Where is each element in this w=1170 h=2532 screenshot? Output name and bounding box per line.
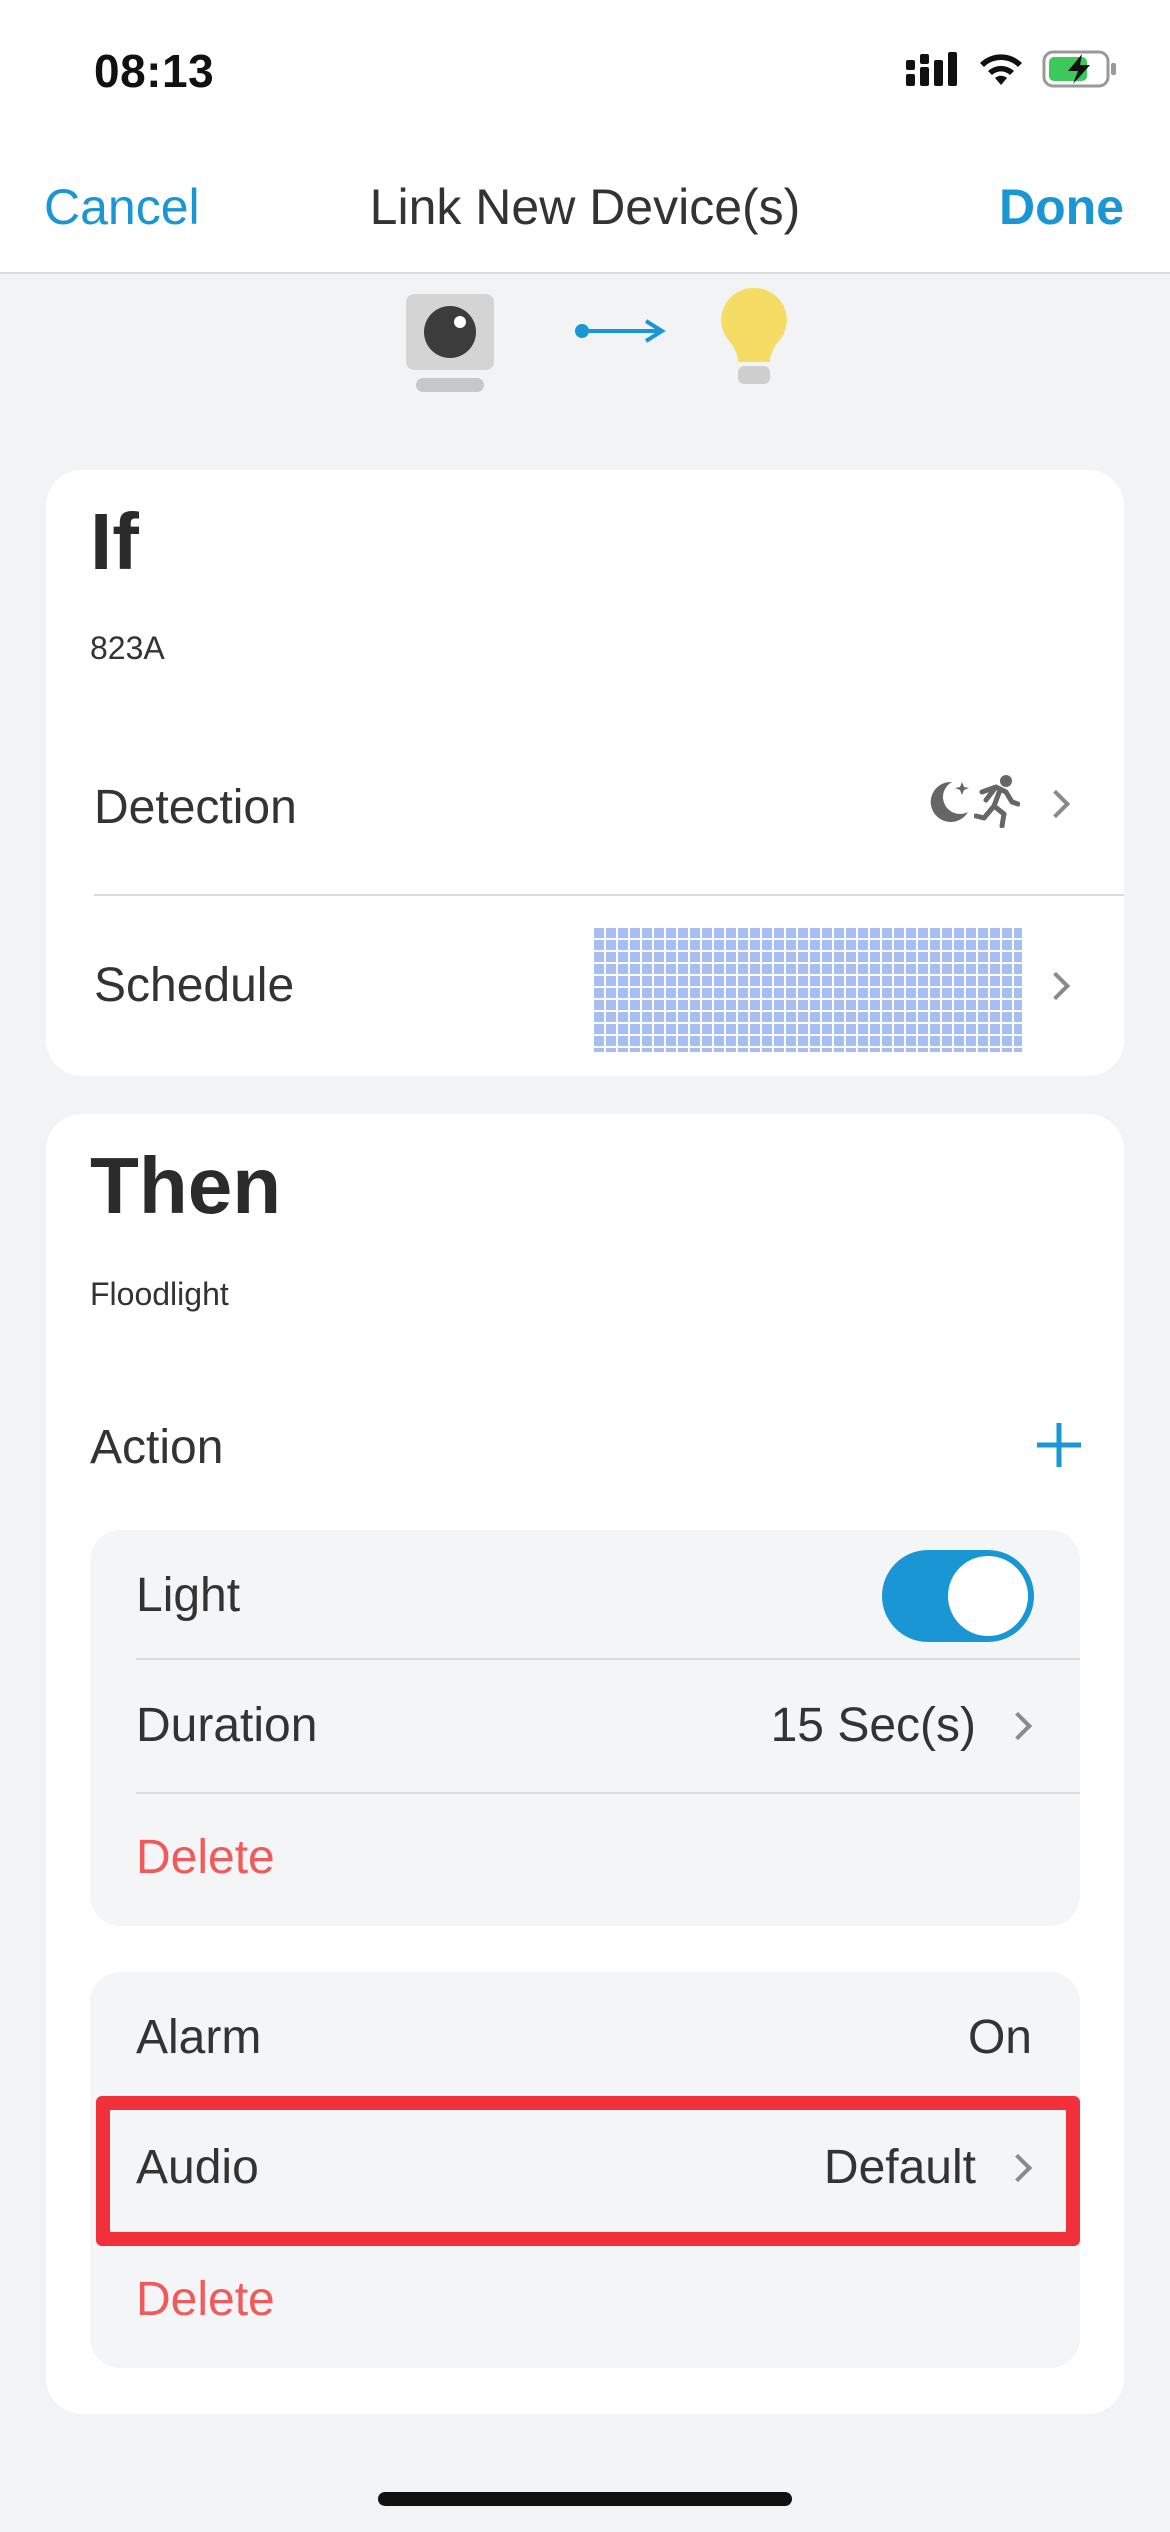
arrow-right-icon: [572, 316, 668, 351]
if-card: If 823A Detection Schedule: [46, 470, 1124, 1076]
add-action-icon[interactable]: [1034, 1420, 1084, 1475]
duration-row[interactable]: Duration 15 Sec(s): [90, 1660, 1080, 1792]
audio-row-highlight: [96, 2096, 1080, 2246]
signal-icon: [906, 52, 960, 91]
divider: [136, 1792, 1080, 1794]
alarm-label: Alarm: [136, 2011, 262, 2064]
battery-charging-icon: [1042, 50, 1118, 93]
if-heading: If: [90, 497, 139, 586]
light-action-card: Light Duration 15 Sec(s) Delete: [90, 1530, 1080, 1926]
trigger-device-name: 823A: [90, 630, 165, 666]
done-button[interactable]: Done: [999, 178, 1124, 236]
light-label: Light: [136, 1569, 241, 1622]
moon-icon: [922, 776, 972, 831]
target-device-name: Floodlight: [90, 1276, 229, 1312]
toggle-knob: [948, 1556, 1028, 1636]
running-person-icon: [973, 774, 1021, 833]
nav-bar: Cancel Link New Device(s) Done: [0, 150, 1170, 274]
detection-row[interactable]: Detection: [46, 730, 1124, 880]
device-link-header: [0, 276, 1170, 396]
home-indicator: [378, 2492, 792, 2506]
camera-icon: [406, 286, 494, 401]
duration-label: Duration: [136, 1699, 318, 1752]
detection-label: Detection: [94, 781, 297, 834]
light-bulb-icon: [718, 284, 790, 395]
detection-chevron-icon: [1041, 789, 1071, 819]
light-toggle[interactable]: [882, 1550, 1034, 1642]
status-bar: 08:13: [0, 0, 1170, 150]
alarm-value: On: [967, 2011, 1032, 2064]
divider: [94, 894, 1124, 896]
duration-value: 15 Sec(s): [770, 1699, 976, 1752]
wifi-icon: [976, 51, 1026, 92]
then-heading: Then: [90, 1141, 282, 1230]
duration-chevron-icon: [1003, 1711, 1033, 1741]
delete-light-action-button[interactable]: Delete: [136, 1830, 275, 1885]
delete-alarm-action-button[interactable]: Delete: [136, 2272, 275, 2327]
schedule-label: Schedule: [94, 959, 295, 1012]
schedule-chevron-icon: [1041, 971, 1071, 1001]
status-time: 08:13: [94, 45, 215, 97]
status-icons: [906, 50, 1118, 93]
action-label: Action: [90, 1421, 224, 1474]
page-title: Link New Device(s): [369, 179, 801, 235]
schedule-grid-preview: [594, 928, 1022, 1052]
